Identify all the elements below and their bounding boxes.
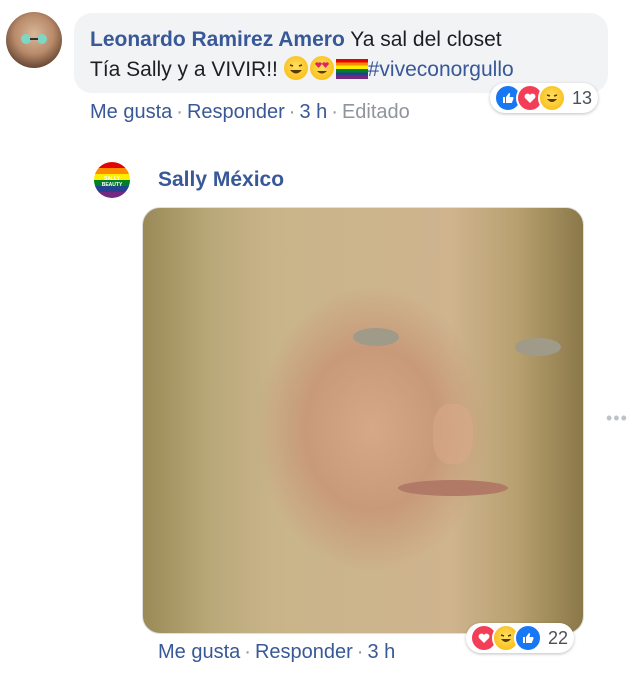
edited-label[interactable]: Editado	[342, 101, 410, 123]
reply-reactions[interactable]: 22	[466, 623, 575, 653]
reaction-count: 13	[572, 87, 593, 108]
comment-actions: Me gusta · Responder · 3 h · Editado	[90, 101, 410, 124]
rainbow-flag-icon	[335, 59, 368, 79]
gif-detail	[433, 404, 473, 464]
reply-action[interactable]: Responder	[187, 101, 285, 123]
separator-dot: ·	[331, 101, 338, 123]
separator-dot: ·	[356, 641, 364, 663]
reply-action[interactable]: Responder	[255, 641, 353, 663]
separator-dot: ·	[176, 101, 183, 123]
reply-author[interactable]: Sally México	[158, 168, 284, 192]
reply-actions: Me gusta · Responder · 3 h	[158, 641, 395, 664]
separator-dot: ·	[288, 101, 296, 123]
reaction-count: 22	[548, 627, 569, 648]
gif-detail	[353, 328, 399, 346]
page-avatar[interactable]: SALLY BEAUTY	[94, 162, 130, 198]
avatar-brand-text: SALLY BEAUTY	[101, 176, 123, 188]
timestamp[interactable]: 3 h	[367, 641, 395, 663]
comment-text-line2: Tía Sally y a VIVIR!!	[90, 58, 278, 81]
gif-detail	[515, 338, 561, 356]
sunglasses-icon	[21, 34, 47, 44]
separator-dot: ·	[244, 641, 251, 663]
hashtag-link[interactable]: #viveconorgullo	[368, 58, 514, 81]
more-options-icon[interactable]: •••	[606, 408, 628, 429]
heart-eyes-emoji-icon	[309, 56, 334, 80]
gif-detail	[398, 480, 508, 496]
comment-author[interactable]: Leonardo Ramirez Amero	[90, 28, 345, 51]
like-action[interactable]: Me gusta	[90, 101, 172, 123]
laughing-emoji-icon	[283, 56, 308, 80]
comment-bubble: Leonardo Ramirez Amero Ya sal del closet…	[74, 13, 608, 93]
like-action[interactable]: Me gusta	[158, 641, 240, 663]
timestamp[interactable]: 3 h	[299, 101, 327, 123]
haha-icon	[538, 84, 566, 112]
comment-text-line1: Ya sal del closet	[350, 28, 502, 51]
like-icon	[514, 624, 542, 652]
commenter-avatar[interactable]	[6, 12, 62, 68]
comment-reactions[interactable]: 13	[490, 83, 599, 113]
reply-gif-image[interactable]	[142, 207, 584, 634]
